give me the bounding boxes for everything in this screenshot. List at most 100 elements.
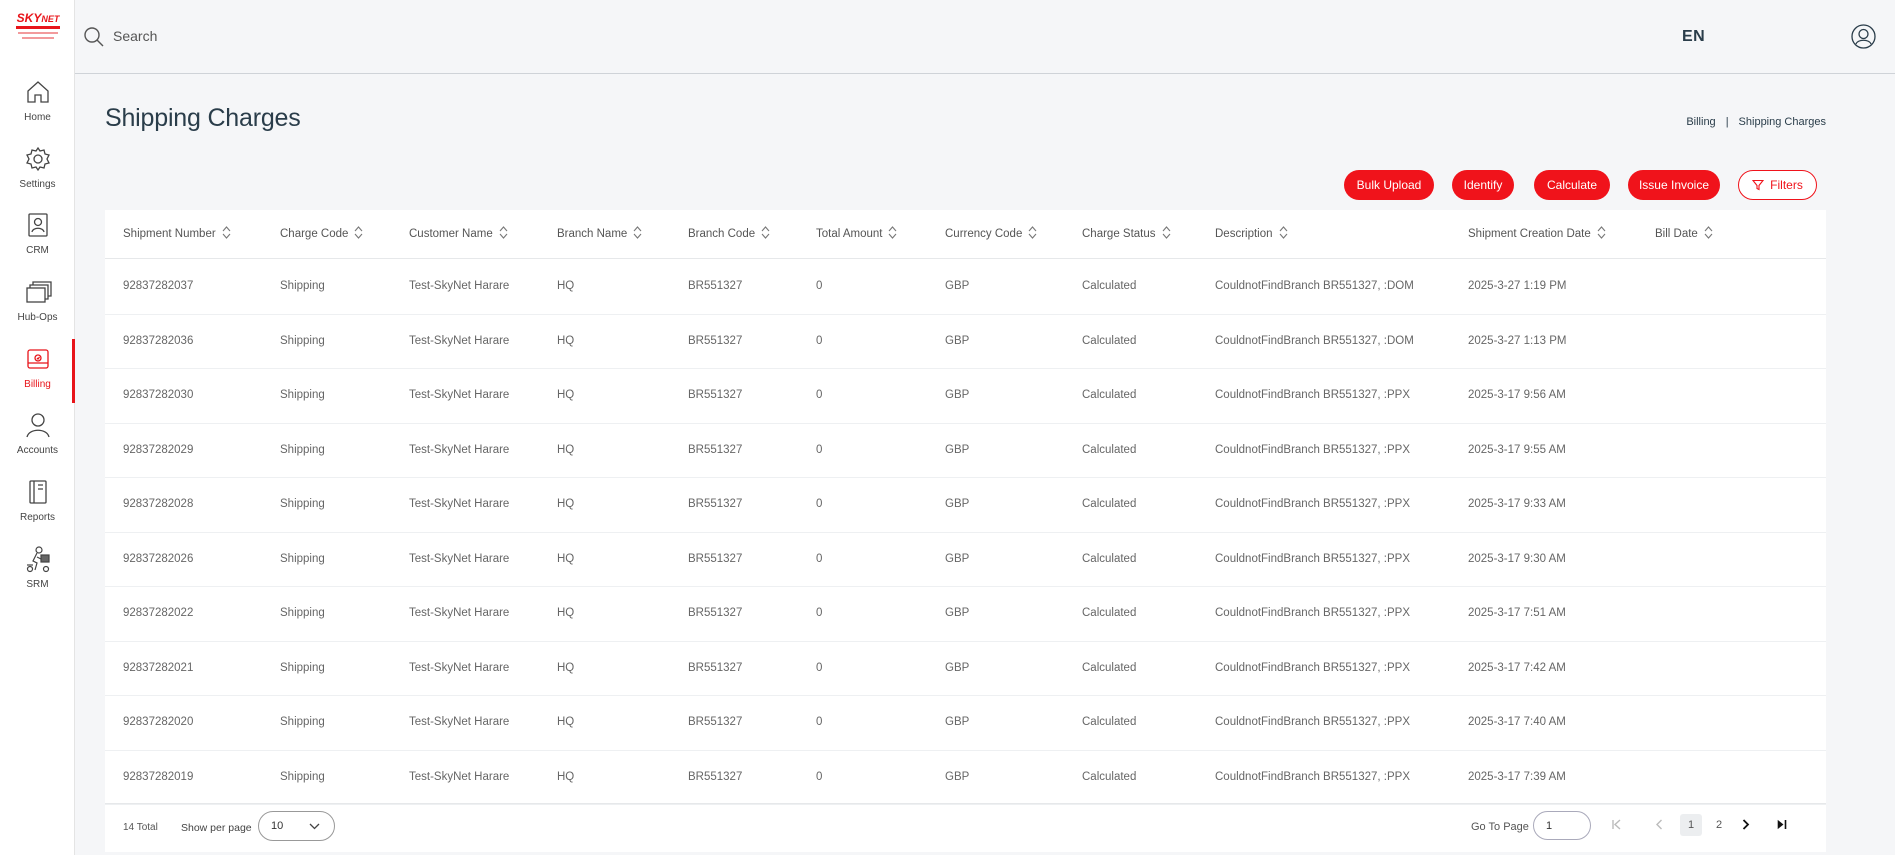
filters-button[interactable]: Filters [1738,170,1817,200]
cell-currency-code: GBP [945,443,970,456]
table-row[interactable]: 92837282020 Shipping Test-SkyNet Harare HQ B… [105,696,1826,751]
page-title: Shipping Charges [105,104,301,132]
cell-total-amount: 0 [816,716,823,728]
cell-currency-code: GBP [945,389,970,401]
table-row[interactable]: 92837282037 Shipping Test-SkyNet Harare HQ B… [105,260,1826,315]
sort-icon[interactable] [633,225,642,240]
sidebar-item-accounts[interactable]: Accounts [0,405,75,469]
cell-customer-name: Test-SkyNet Harare [409,552,510,565]
bulk-upload-button[interactable]: Bulk Upload [1344,170,1434,200]
sort-icon[interactable] [222,225,231,240]
cell-currency-code: GBP [945,770,970,783]
column-header-bill-date[interactable]: Bill Date [1655,225,1713,240]
sort-icon[interactable] [499,225,508,240]
cell-description: CouldnotFindBranch BR551327, :DOM [1215,334,1414,347]
sidebar-item-label: Accounts [16,445,59,456]
cell-customer-name: Test-SkyNet Harare [409,443,510,456]
sort-icon[interactable] [354,225,363,240]
last-page-button[interactable] [1770,814,1792,836]
first-page-button[interactable] [1605,814,1627,836]
breadcrumb-item-billing[interactable]: Billing [1686,116,1715,128]
search-input[interactable] [113,22,513,50]
cell-charge-status: Calculated [1082,498,1137,510]
cell-customer-name: Test-SkyNet Harare [409,661,510,674]
sort-icon[interactable] [1028,225,1037,240]
cell-currency-code: GBP [945,552,970,565]
sort-icon[interactable] [1704,225,1713,240]
shipping-charges-table: Shipment Number Charge Code Customer Name B… [105,210,1826,852]
column-header-charge-status[interactable]: Charge Status [1082,225,1171,240]
column-header-description[interactable]: Description [1215,225,1288,240]
sort-icon[interactable] [761,225,770,240]
identify-button[interactable]: Identify [1452,170,1514,200]
sort-icon[interactable] [888,225,897,240]
column-header-total-amount[interactable]: Total Amount [816,225,897,240]
sidebar-item-hub-ops[interactable]: Hub-Ops [0,272,75,336]
contact-card-icon [27,213,48,237]
cell-shipment-number: 92837282021 [123,661,194,674]
column-header-charge-code[interactable]: Charge Code [280,225,363,240]
table-row[interactable]: 92837282026 Shipping Test-SkyNet Harare HQ B… [105,533,1826,587]
sidebar-item-crm[interactable]: CRM [0,205,75,269]
sort-icon[interactable] [1597,225,1606,240]
cell-description: CouldnotFindBranch BR551327, :PPX [1215,770,1410,783]
cell-total-amount: 0 [816,443,823,456]
cell-description: CouldnotFindBranch BR551327, :PPX [1215,661,1410,674]
sort-icon[interactable] [1162,225,1171,240]
cell-branch-name: HQ [557,607,575,619]
table-footer: 14 Total Show per page 10 Go To Page 1 2 [105,803,1826,852]
cell-description: CouldnotFindBranch BR551327, :PPX [1215,607,1410,619]
table-row[interactable]: 92837282029 Shipping Test-SkyNet Harare HQ B… [105,424,1826,478]
cell-charge-code: Shipping [280,498,325,510]
calculate-button[interactable]: Calculate [1534,170,1610,200]
column-header-currency-code[interactable]: Currency Code [945,225,1037,240]
cell-shipment-number: 92837282036 [123,334,194,347]
billing-icon [26,349,49,369]
table-row[interactable]: 92837282036 Shipping Test-SkyNet Harare HQ B… [105,315,1826,369]
cell-charge-status: Calculated [1082,389,1137,401]
cell-shipment-creation-date: 2025-3-17 9:55 AM [1468,443,1566,456]
cell-charge-status: Calculated [1082,552,1137,565]
column-header-label: Shipment Number [123,228,216,240]
cell-currency-code: GBP [945,498,970,510]
sidebar-item-reports[interactable]: Reports [0,472,75,536]
column-header-shipment-creation-date[interactable]: Shipment Creation Date [1468,225,1606,240]
sort-icon[interactable] [1279,225,1288,240]
table-row[interactable]: 92837282021 Shipping Test-SkyNet Harare HQ B… [105,642,1826,696]
language-selector[interactable]: EN [1682,28,1705,46]
skynet-logo[interactable]: SKYNET [10,8,66,58]
cell-description: CouldnotFindBranch BR551327, :PPX [1215,716,1410,728]
cell-branch-name: HQ [557,280,575,292]
column-header-label: Total Amount [816,228,883,240]
sidebar-item-settings[interactable]: Settings [0,139,75,203]
cell-branch-name: HQ [557,661,575,674]
prev-page-button[interactable] [1648,814,1670,836]
column-header-customer-name[interactable]: Customer Name [409,225,508,240]
breadcrumb-item-current: Shipping Charges [1738,116,1826,128]
cell-branch-code: BR551327 [688,770,743,783]
sidebar-item-billing[interactable]: Billing [0,339,75,403]
issue-invoice-button[interactable]: Issue Invoice [1628,170,1720,200]
page-1-button[interactable]: 1 [1680,814,1702,836]
table-header: Shipment Number Charge Code Customer Name B… [105,210,1826,259]
cell-charge-status: Calculated [1082,661,1137,674]
column-header-branch-code[interactable]: Branch Code [688,225,770,240]
column-header-shipment-number[interactable]: Shipment Number [123,225,231,240]
sidebar-item-label: CRM [26,245,49,256]
sidebar-item-home[interactable]: Home [0,72,75,136]
column-header-branch-name[interactable]: Branch Name [557,225,642,240]
sidebar-item-srm[interactable]: SRM [0,539,75,603]
next-page-button[interactable] [1734,814,1756,836]
user-profile-icon[interactable] [1851,24,1876,49]
cell-shipment-number: 92837282026 [123,552,194,565]
chevron-right-icon [1742,819,1749,830]
table-row[interactable]: 92837282019 Shipping Test-SkyNet Harare HQ B… [105,751,1826,805]
cell-charge-code: Shipping [280,607,325,619]
page-2-button[interactable]: 2 [1708,814,1730,836]
go-to-page-input[interactable] [1533,811,1591,840]
table-row[interactable]: 92837282028 Shipping Test-SkyNet Harare HQ B… [105,478,1826,533]
table-row[interactable]: 92837282030 Shipping Test-SkyNet Harare HQ B… [105,369,1826,424]
table-row[interactable]: 92837282022 Shipping Test-SkyNet Harare HQ B… [105,587,1826,642]
per-page-select[interactable]: 10 [258,811,335,841]
column-header-label: Bill Date [1655,228,1698,240]
